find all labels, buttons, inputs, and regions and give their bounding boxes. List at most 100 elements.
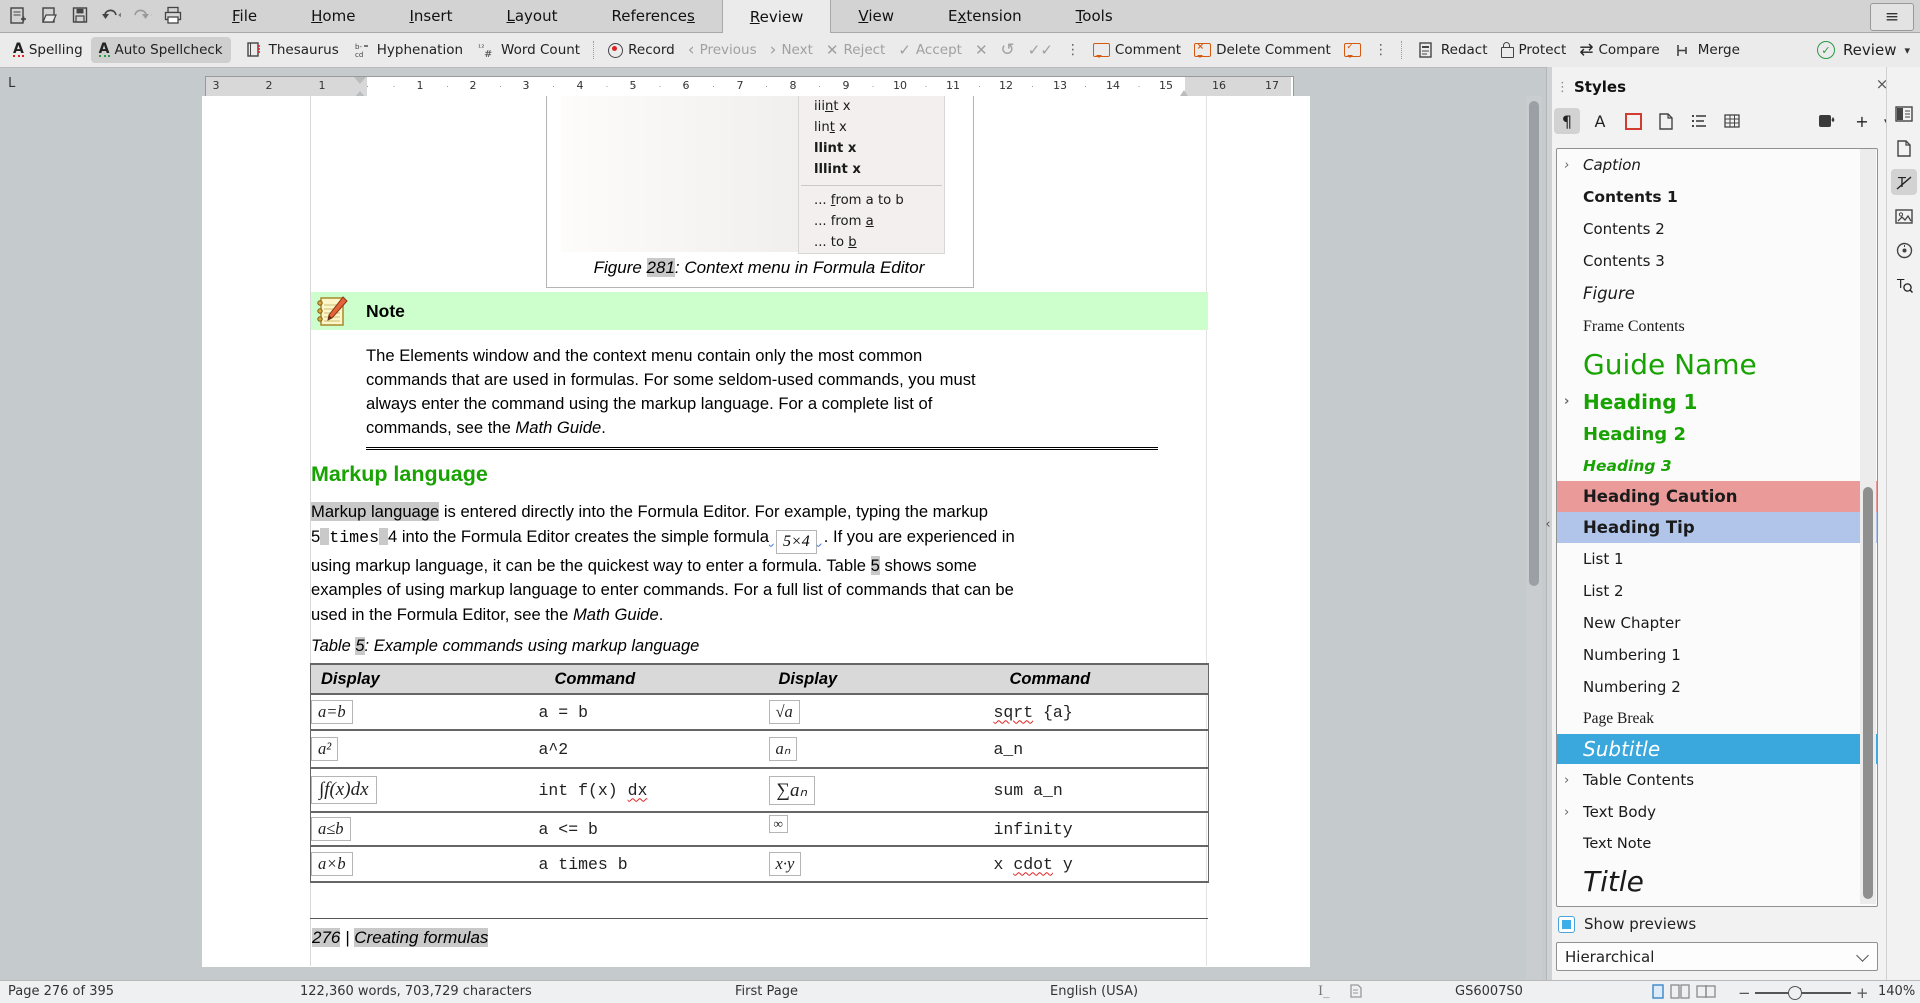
previous-change-button[interactable]: ‹ Previous <box>688 42 757 59</box>
tab-extension[interactable]: Extension <box>921 0 1049 32</box>
save-status-icon[interactable] <box>1350 984 1362 1002</box>
note-body[interactable]: The Elements window and the context menu… <box>311 330 1208 440</box>
style-item-subtitle-selected[interactable]: Subtitle <box>1557 734 1877 764</box>
vertical-scrollbar[interactable] <box>1526 96 1542 980</box>
tab-file[interactable]: File <box>205 0 284 32</box>
zoom-level[interactable]: 140% <box>1878 984 1915 999</box>
style-item-text-note[interactable]: Text Note <box>1557 828 1877 859</box>
formula-object[interactable]: ∞ <box>768 815 788 833</box>
fill-format-button[interactable] <box>1814 108 1840 134</box>
style-item-numbering-2[interactable]: Numbering 2 <box>1557 671 1877 703</box>
style-filter-dropdown[interactable]: Hierarchical <box>1556 942 1878 971</box>
chevron-down-icon[interactable]: ▾ <box>1904 44 1910 57</box>
zoom-out-icon[interactable]: − <box>1738 984 1751 1002</box>
protect-button[interactable]: Protect <box>1500 42 1566 58</box>
expander-icon[interactable]: › <box>1564 158 1569 173</box>
word-count-status[interactable]: 122,360 words, 703,729 characters <box>300 984 532 999</box>
tab-layout[interactable]: Layout <box>479 0 584 32</box>
toolbar-overflow-2[interactable]: ⋮ <box>1374 42 1388 58</box>
compare-button[interactable]: ⇄ Compare <box>1579 42 1660 59</box>
accept-change-button[interactable]: ✓ Accept <box>898 41 962 59</box>
tab-view[interactable]: View <box>831 0 921 32</box>
table-styles-button[interactable] <box>1719 108 1745 134</box>
zoom-slider-track[interactable] <box>1755 992 1851 994</box>
example-commands-table[interactable]: Display Command Display Command a=b a = … <box>310 663 1209 883</box>
style-item-caption[interactable]: › Caption <box>1557 149 1877 181</box>
style-item-contents-1[interactable]: Contents 1 <box>1557 181 1877 213</box>
style-item-heading-2[interactable]: Heading 2 <box>1557 418 1877 450</box>
new-document-icon[interactable] <box>8 4 28 26</box>
expander-icon[interactable]: › <box>1564 805 1569 820</box>
formula-object[interactable]: ∫f(x)dx <box>311 776 377 804</box>
tab-stop-selector[interactable]: L <box>8 76 16 91</box>
insert-comment-button[interactable]: Comment <box>1092 42 1181 58</box>
zoom-in-icon[interactable]: + <box>1856 984 1869 1002</box>
reject-change-button[interactable]: ✕ Reject <box>826 41 885 59</box>
page-styles-button[interactable] <box>1653 108 1679 134</box>
book-view-icon[interactable] <box>1696 984 1716 1003</box>
navigator-deck-icon[interactable] <box>1891 237 1917 263</box>
scrollbar-thumb[interactable] <box>1863 487 1873 899</box>
expander-icon[interactable]: › <box>1564 394 1569 409</box>
tab-home[interactable]: Home <box>284 0 382 32</box>
formula-object[interactable]: a=b <box>311 700 353 724</box>
list-styles-button[interactable] <box>1686 108 1712 134</box>
style-item-contents-2[interactable]: Contents 2 <box>1557 213 1877 245</box>
zoom-slider-thumb[interactable] <box>1788 986 1802 1000</box>
character-styles-button[interactable]: A <box>1587 108 1613 134</box>
inline-formula-object[interactable]: 5×4 <box>775 529 817 554</box>
drag-grip-icon[interactable]: ⋮ <box>1556 80 1569 95</box>
tab-references[interactable]: References <box>584 0 721 32</box>
body-paragraph[interactable]: Markup language is entered directly into… <box>311 500 1211 627</box>
review-mode-select[interactable]: Review <box>1843 41 1897 59</box>
language-status[interactable]: English (USA) <box>1050 984 1138 999</box>
save-icon[interactable] <box>70 4 90 26</box>
resolve-comment-button[interactable]: ✓ <box>1343 42 1361 58</box>
document-info-status[interactable]: GS6007S0 <box>1455 984 1523 999</box>
formula-object[interactable]: a≤b <box>311 817 351 841</box>
style-item-numbering-1[interactable]: Numbering 1 <box>1557 639 1877 671</box>
style-inspector-deck-icon[interactable]: T <box>1891 271 1917 297</box>
formula-object[interactable]: a² <box>311 737 339 761</box>
gallery-deck-icon[interactable] <box>1891 203 1917 229</box>
formula-object[interactable]: x·y <box>768 852 802 876</box>
new-style-button[interactable]: + <box>1849 108 1875 134</box>
reject-all-button[interactable]: ✕ <box>975 41 988 59</box>
formula-object[interactable]: aₙ <box>768 737 798 761</box>
tab-review[interactable]: Review <box>721 0 832 33</box>
toolbar-overflow-1[interactable]: ⋮ <box>1066 42 1080 58</box>
section-heading[interactable]: Markup language <box>311 462 488 487</box>
page-style-status[interactable]: First Page <box>735 984 798 999</box>
open-document-icon[interactable] <box>39 4 59 26</box>
word-count-button[interactable]: ¹² # Word Count <box>476 39 580 61</box>
page-count-status[interactable]: Page 276 of 395 <box>8 984 114 999</box>
styles-deck-icon[interactable]: T <box>1891 169 1917 195</box>
style-item-frame-contents[interactable]: Frame Contents <box>1557 310 1877 343</box>
tab-insert[interactable]: Insert <box>382 0 479 32</box>
spelling-button[interactable]: A Spelling <box>13 42 83 58</box>
style-item-contents-3[interactable]: Contents 3 <box>1557 245 1877 277</box>
formula-object[interactable]: a×b <box>311 852 353 876</box>
style-item-guide-name[interactable]: Guide Name <box>1557 343 1877 385</box>
expander-icon[interactable]: › <box>1564 773 1569 788</box>
style-item-list-1[interactable]: List 1 <box>1557 543 1877 575</box>
horizontal-ruler[interactable]: 3 2 1 1 2 3 4 5 6 7 8 9 10 11 12 13 14 1… <box>205 76 1294 97</box>
formula-object[interactable]: √a <box>768 700 800 724</box>
hamburger-menu-button[interactable]: ≡ <box>1870 3 1914 31</box>
delete-comment-button[interactable]: × Delete Comment <box>1194 42 1331 58</box>
tab-tools[interactable]: Tools <box>1049 0 1140 32</box>
style-item-heading-1[interactable]: › Heading 1 <box>1557 385 1877 418</box>
style-item-heading-3[interactable]: Heading 3 <box>1557 450 1877 481</box>
selection-mode-icon[interactable]: I_ <box>1318 984 1330 999</box>
show-previews-checkbox[interactable] <box>1558 915 1575 933</box>
scrollbar-thumb[interactable] <box>1529 101 1539 586</box>
thesaurus-button[interactable]: Thesaurus <box>244 39 339 61</box>
styles-list-scrollbar[interactable] <box>1860 149 1876 904</box>
style-item-figure[interactable]: Figure <box>1557 277 1877 310</box>
style-item-page-break[interactable]: Page Break <box>1557 703 1877 734</box>
formula-object[interactable]: ∑aₙ <box>768 775 816 805</box>
style-item-title[interactable]: Title <box>1557 859 1877 903</box>
hyphenation-button[interactable]: b-cd Hyphenation <box>352 39 463 61</box>
style-item-heading-tip[interactable]: Heading Tip <box>1557 512 1877 543</box>
frame-styles-button[interactable] <box>1620 108 1646 134</box>
